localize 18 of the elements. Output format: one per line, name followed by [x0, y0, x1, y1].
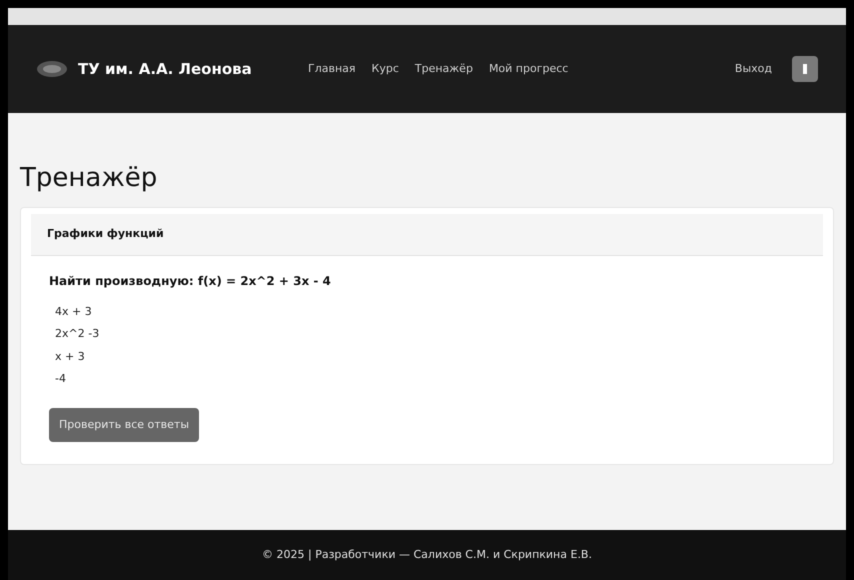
answer-option[interactable]: 4x + 3: [55, 304, 799, 320]
logout-link[interactable]: Выход: [734, 60, 772, 78]
answer-option[interactable]: -4: [55, 371, 799, 388]
user-button[interactable]: [792, 56, 818, 82]
logo-icon: [36, 60, 68, 78]
check-button[interactable]: Проверить все ответы: [49, 408, 200, 442]
nav-link[interactable]: Мой прогресс: [488, 60, 568, 78]
answer-option[interactable]: x + 3: [55, 348, 799, 365]
user-icon: [803, 64, 807, 74]
answer-option[interactable]: 2x^2 -3: [55, 326, 799, 342]
brand-name: ТУ им. А.А. Леонова: [78, 58, 253, 80]
question-text: Найти производную: f(x) = 2x^2 + 3x - 4: [48, 272, 332, 290]
footer-text: © 2025 | Разработчики — Салихов С.М. и Скрипкина Е.В.: [262, 546, 592, 563]
nav-link[interactable]: Главная: [308, 60, 356, 78]
nav-link[interactable]: Тренажёр: [414, 60, 473, 78]
page-title: Тренажёр: [20, 165, 158, 191]
card-header: Графики функций: [31, 214, 823, 256]
nav-link[interactable]: Курс: [372, 60, 399, 78]
